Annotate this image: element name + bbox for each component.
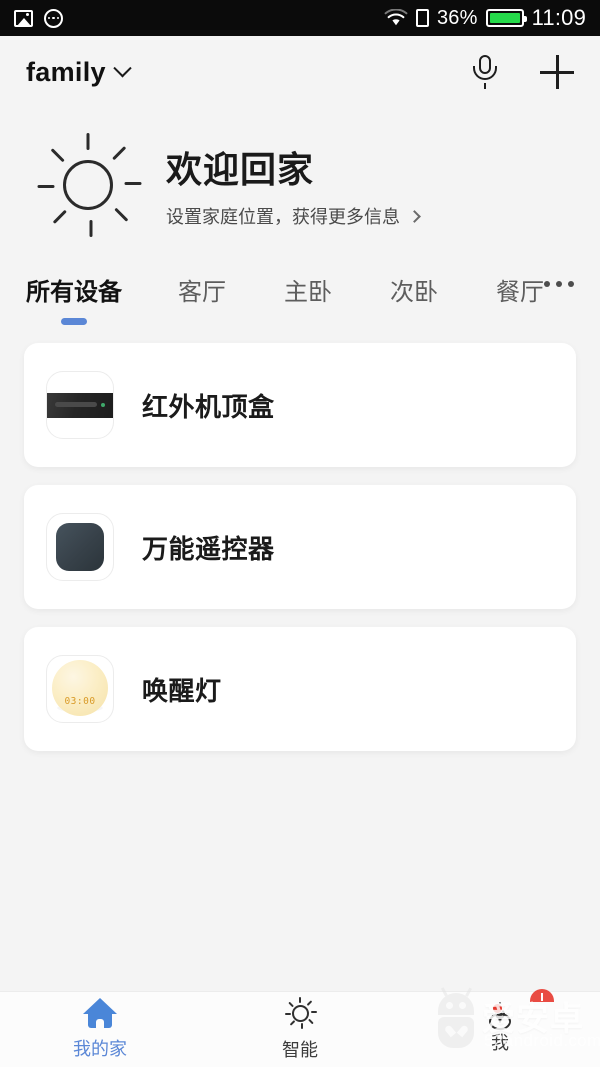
app-screen: 36% 11:09 family 欢迎回家 设置家庭位置，获得更多信息 所有设备…	[0, 0, 600, 1067]
bottom-navigation: 我的家 智能 我 爱安卓 52android.com	[0, 989, 600, 1067]
sun-icon	[36, 133, 142, 237]
set-top-box-icon	[46, 371, 114, 439]
sim-icon	[415, 9, 429, 27]
tab-label: 餐厅	[496, 279, 544, 306]
nav-label: 我	[491, 1033, 509, 1053]
tab-label: 主卧	[284, 279, 332, 306]
tab-label: 次卧	[390, 279, 438, 306]
tab-label: 客厅	[178, 279, 226, 306]
battery-percent: 36%	[436, 6, 478, 29]
device-name: 万能遥控器	[142, 533, 275, 564]
wake-up-light-icon: 03:00	[46, 655, 114, 723]
chevron-right-icon	[408, 209, 421, 223]
chevron-down-icon	[113, 58, 132, 77]
home-name-label: family	[26, 56, 106, 87]
app-bar: family	[0, 36, 600, 108]
tab-master-bedroom[interactable]: 主卧	[284, 272, 332, 325]
device-card-set-top-box[interactable]: 红外机顶盒	[24, 343, 576, 467]
house-icon	[83, 998, 117, 1028]
app-bar-actions	[472, 55, 574, 89]
universal-remote-icon	[46, 513, 114, 581]
room-tabs: 所有设备 客厅 主卧 次卧 餐厅	[0, 240, 600, 325]
device-name: 红外机顶盒	[142, 391, 275, 422]
nav-label: 我的家	[73, 1039, 127, 1059]
screenshot-icon	[14, 9, 33, 27]
device-name: 唤醒灯	[142, 675, 222, 706]
set-home-location-link[interactable]: 设置家庭位置，获得更多信息	[166, 203, 421, 229]
nav-item-smart[interactable]: 智能	[200, 992, 400, 1067]
tab-active-indicator	[61, 318, 87, 325]
more-horizontal-icon[interactable]	[544, 272, 574, 287]
tab-living-room[interactable]: 客厅	[178, 272, 226, 325]
device-card-wake-up-light[interactable]: 03:00 唤醒灯	[24, 627, 576, 751]
wake-up-light-time: 03:00	[64, 695, 96, 707]
welcome-subtitle-label: 设置家庭位置，获得更多信息	[166, 207, 400, 227]
status-bar-right: 36% 11:09	[384, 5, 586, 31]
nav-item-me[interactable]: 我	[400, 992, 600, 1067]
sun-icon	[283, 997, 317, 1029]
add-device-button[interactable]	[540, 55, 574, 89]
notification-badge	[492, 1003, 503, 1014]
clock-time: 11:09	[531, 5, 586, 30]
battery-icon	[485, 9, 527, 27]
tab-label: 所有设备	[26, 279, 122, 306]
nav-item-my-home[interactable]: 我的家	[0, 992, 200, 1067]
welcome-title: 欢迎回家	[166, 149, 315, 190]
tab-second-bedroom[interactable]: 次卧	[390, 272, 438, 325]
nav-label: 智能	[282, 1040, 318, 1060]
device-card-universal-remote[interactable]: 万能遥控器	[24, 485, 576, 609]
status-bar: 36% 11:09	[0, 0, 600, 36]
welcome-text: 欢迎回家 设置家庭位置，获得更多信息	[166, 141, 421, 229]
tab-all-devices[interactable]: 所有设备	[26, 272, 122, 325]
status-bar-left	[14, 8, 63, 28]
microphone-icon[interactable]	[472, 55, 498, 89]
tab-dining-room[interactable]: 餐厅	[496, 272, 544, 325]
wifi-icon	[384, 9, 408, 26]
more-circle-icon	[44, 8, 63, 28]
welcome-section: 欢迎回家 设置家庭位置，获得更多信息	[0, 108, 600, 240]
device-list: 红外机顶盒 万能遥控器 03:00 唤醒灯	[0, 325, 600, 991]
home-selector[interactable]: family	[26, 56, 132, 88]
